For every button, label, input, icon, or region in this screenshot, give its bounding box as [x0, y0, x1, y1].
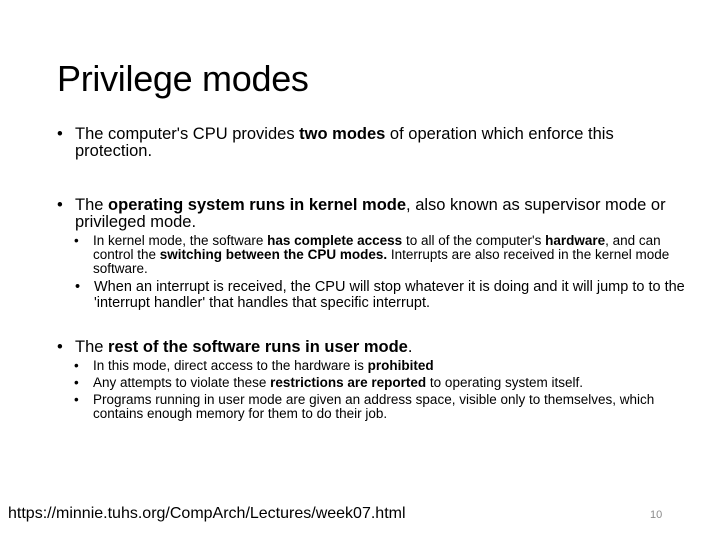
sub-bullet-prohibited: In this mode, direct access to the hardw…	[74, 359, 687, 374]
bullet-kernel-mode: The operating system runs in kernel mode…	[57, 197, 687, 231]
source-url: https://minnie.tuhs.org/CompArch/Lecture…	[8, 505, 406, 522]
sub-sub-bullet-interrupt: When an interrupt is received, the CPU w…	[75, 279, 687, 311]
slide-title: Privilege modes	[57, 58, 309, 99]
bullet-list: The computer's CPU provides two modes of…	[57, 126, 687, 421]
bold-two-modes: two modes	[299, 125, 386, 143]
slide-content: The computer's CPU provides two modes of…	[57, 126, 687, 421]
bullet-two-modes: The computer's CPU provides two modes of…	[57, 126, 687, 160]
sub-bullet-address-space: Programs running in user mode are given …	[74, 393, 687, 421]
bold-user-mode: rest of the software runs in user mode	[108, 338, 408, 356]
sub-bullet-kernel-access: In kernel mode, the software has complet…	[74, 234, 687, 276]
bullet-user-mode: The rest of the software runs in user mo…	[57, 338, 687, 357]
bold-kernel-mode: operating system runs in kernel mode	[108, 196, 407, 214]
slide: Privilege modes The computer's CPU provi…	[0, 0, 720, 540]
sub-bullet-restrictions: Any attempts to violate these restrictio…	[74, 376, 687, 391]
page-number: 10	[650, 509, 663, 521]
